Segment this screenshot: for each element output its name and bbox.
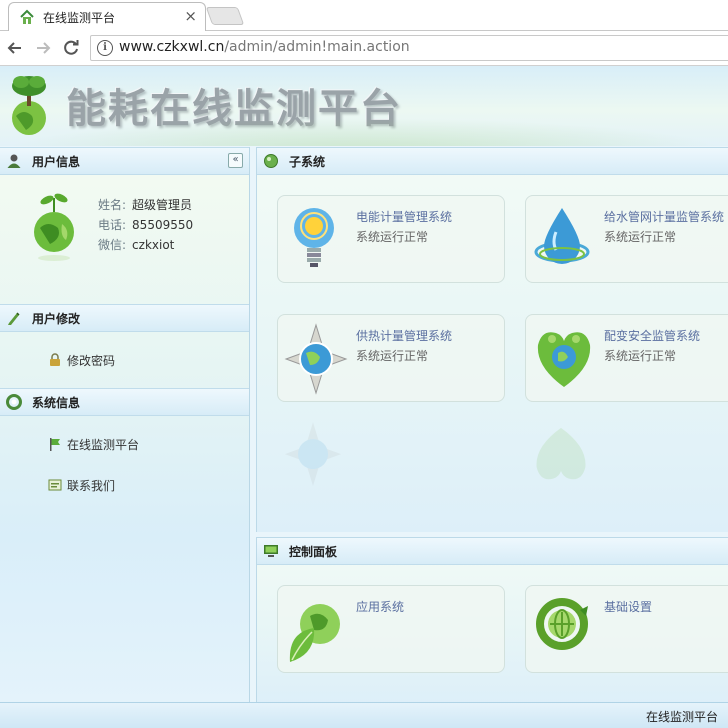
change-password-link[interactable]: 修改密码 <box>48 352 115 369</box>
user-details: 姓名: 超级管理员 电话: 85509550 微信: czkxiot <box>98 195 193 255</box>
status-text: 在线监测平台 <box>645 710 718 724</box>
url-host: www.czkxwl.cn <box>119 39 225 55</box>
subsystem-name: 配变安全监管系统 <box>604 329 701 343</box>
change-password-label: 修改密码 <box>67 354 116 368</box>
pencil-icon <box>8 312 20 325</box>
plant-globe-icon <box>34 193 74 261</box>
subsystem-card-transformer[interactable]: 配变安全监管系统 系统运行正常 <box>525 314 728 402</box>
lightbulb-icon <box>294 208 334 267</box>
recycle-globe-icon <box>536 598 588 650</box>
user-icon <box>7 154 21 168</box>
contact-card-icon <box>48 479 62 491</box>
control-panel-title: 控制面板 <box>289 545 338 559</box>
site-info-icon[interactable]: i <box>97 40 113 56</box>
status-bar: 在线监测平台 <box>0 702 728 728</box>
name-value: 超级管理员 <box>132 198 193 212</box>
reload-icon[interactable] <box>60 37 82 59</box>
lifebuoy-icon <box>6 394 22 410</box>
subsystem-card-water[interactable]: 给水管网计量监管系统 系统运行正常 <box>525 195 728 283</box>
collapse-sidebar-button[interactable]: « <box>228 153 243 168</box>
user-info-header: 用户信息 « <box>0 147 249 175</box>
control-panel: 控制面板 应用系统 基础设置 <box>256 537 728 704</box>
wechat-value: czkxiot <box>132 238 175 252</box>
contact-link[interactable]: 联系我们 <box>48 477 115 494</box>
compass-reflection-icon <box>284 422 342 486</box>
subsystem-card-electricity[interactable]: 电能计量管理系统 系统运行正常 <box>277 195 505 283</box>
control-panel-header: 控制面板 <box>257 538 728 565</box>
browser-tab-strip: 在线监测平台 × <box>0 0 728 31</box>
reflection-left <box>283 410 483 490</box>
new-tab-button[interactable] <box>205 7 245 25</box>
back-arrow-icon[interactable] <box>4 37 26 59</box>
home-favicon-icon <box>20 9 34 24</box>
user-edit-title: 用户修改 <box>32 312 81 326</box>
platform-link-label: 在线监测平台 <box>67 438 140 452</box>
control-card-applications[interactable]: 应用系统 <box>277 585 505 673</box>
tab-title: 在线监测平台 <box>43 11 116 25</box>
subsystem-status: 系统运行正常 <box>604 230 677 244</box>
system-info-title: 系统信息 <box>32 396 81 410</box>
main-content: 子系统 电能计量管理系统 系统运行正常 给水管网计量监管系统 系统运行正常 供热… <box>256 147 728 704</box>
reflection-right <box>531 410 728 490</box>
heart-reflection-icon <box>536 427 586 480</box>
subsystem-status: 系统运行正常 <box>356 349 429 363</box>
green-orb-icon <box>264 154 278 168</box>
leaf-globe-icon <box>289 604 340 662</box>
name-label: 姓名: <box>98 198 127 212</box>
forward-arrow-icon[interactable] <box>32 37 54 59</box>
address-bar[interactable]: i www.czkxwl.cn/admin/admin!main.action <box>90 35 728 61</box>
url-path: /admin/admin!main.action <box>224 39 410 55</box>
water-drop-icon <box>534 208 590 264</box>
system-info-header: 系统信息 <box>0 388 249 416</box>
browser-tab[interactable]: 在线监测平台 × <box>8 2 206 31</box>
subsystem-card-heating[interactable]: 供热计量管理系统 系统运行正常 <box>277 314 505 402</box>
page-title: 能耗在线监测平台 <box>66 86 402 132</box>
page-header: 能耗在线监测平台 <box>0 66 728 146</box>
left-sidebar: 用户信息 « 姓名: 超级管理员 电话: 85509550 微信: czkxiot 用… <box>0 147 250 703</box>
subsystems-header: 子系统 <box>257 148 728 175</box>
tab-close-icon[interactable]: × <box>184 7 197 25</box>
control-card-settings[interactable]: 基础设置 <box>525 585 728 673</box>
tree-globe-logo-icon <box>12 76 46 135</box>
monitor-icon <box>264 545 278 557</box>
contact-link-label: 联系我们 <box>67 479 116 493</box>
subsystem-name: 供热计量管理系统 <box>356 329 453 343</box>
user-edit-header: 用户修改 <box>0 304 249 332</box>
user-info-title: 用户信息 <box>32 155 81 169</box>
compass-globe-icon <box>284 323 348 395</box>
wechat-label: 微信: <box>98 238 127 252</box>
subsystem-status: 系统运行正常 <box>356 230 429 244</box>
web-page: 能耗在线监测平台 用户信息 « 姓名: 超级管理员 电话: 85509550 微信:… <box>0 66 728 728</box>
subsystems-panel: 子系统 电能计量管理系统 系统运行正常 给水管网计量监管系统 系统运行正常 供热… <box>256 147 728 532</box>
flag-icon <box>50 438 60 451</box>
browser-toolbar: i www.czkxwl.cn/admin/admin!main.action <box>0 31 728 66</box>
phone-value: 85509550 <box>132 218 194 232</box>
control-name: 基础设置 <box>604 600 653 614</box>
subsystems-title: 子系统 <box>289 155 326 169</box>
subsystem-status: 系统运行正常 <box>604 349 677 363</box>
phone-label: 电话: <box>98 218 127 232</box>
platform-link[interactable]: 在线监测平台 <box>48 436 139 453</box>
heart-globe-icon <box>537 332 591 387</box>
subsystem-name: 给水管网计量监管系统 <box>604 210 725 224</box>
subsystem-name: 电能计量管理系统 <box>356 210 453 224</box>
control-name: 应用系统 <box>356 600 405 614</box>
lock-icon <box>50 353 60 366</box>
